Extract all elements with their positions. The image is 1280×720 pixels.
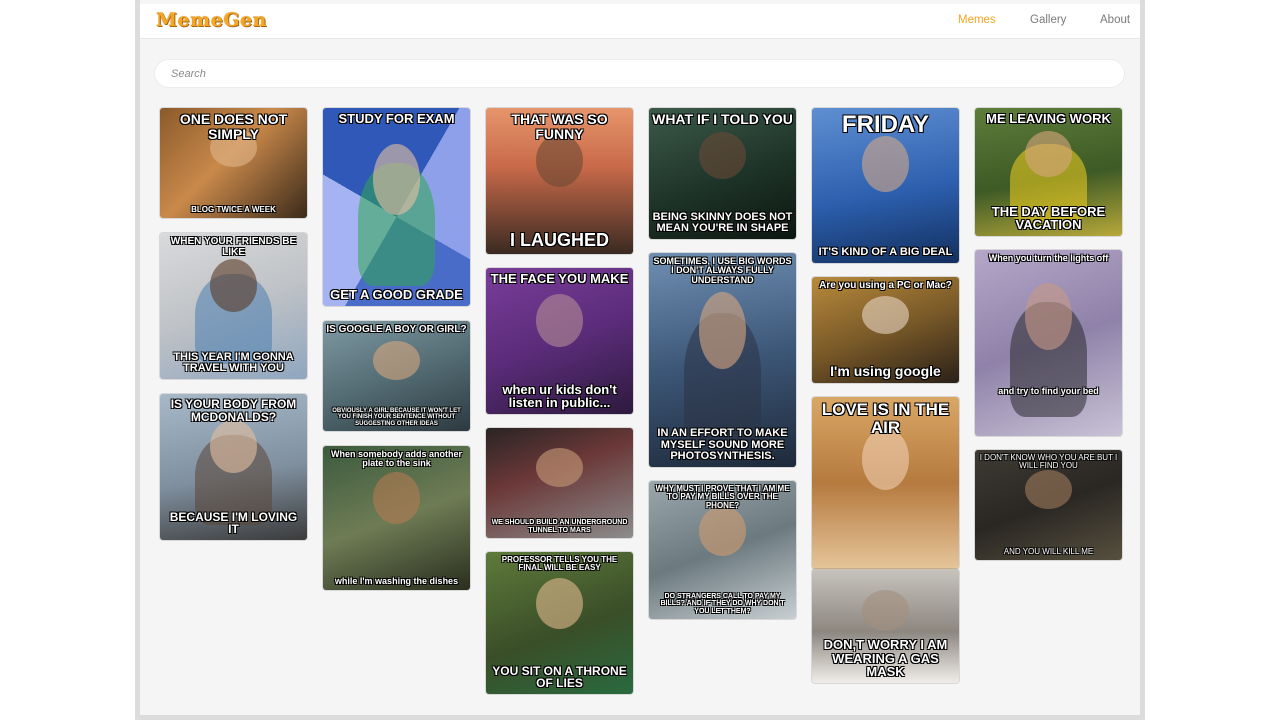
meme-card[interactable]: THAT WAS SO FUNNY I LAUGHED xyxy=(486,108,633,254)
meme-bottom-caption: GET A GOOD GRADE xyxy=(330,287,463,303)
meme-card[interactable]: When somebody adds another plate to the … xyxy=(323,446,470,590)
search-input[interactable] xyxy=(154,59,1125,88)
meme-bottom-caption: while I'm washing the dishes xyxy=(334,575,459,586)
meme-bottom-caption: THIS YEAR I'M GONNA TRAVEL WITH YOU xyxy=(173,350,294,375)
meme-bottom-caption: BEING SKINNY DOES NOT MEAN YOU'RE IN SHA… xyxy=(652,210,793,235)
navbar: MemeGen Memes Gallery About xyxy=(140,4,1140,39)
nav-gallery[interactable]: Gallery xyxy=(1030,14,1066,26)
meme-column-5: FRIDAY IT'S KIND OF A BIG DEAL Are you u… xyxy=(812,108,959,683)
meme-top-caption: ME LEAVING WORK xyxy=(986,111,1111,126)
meme-top-caption: Are you using a PC or Mac? xyxy=(819,280,952,291)
meme-card[interactable]: THE FACE YOU MAKE when ur kids don't lis… xyxy=(486,268,633,414)
meme-top-caption: STUDY FOR EXAM xyxy=(338,111,455,126)
meme-bottom-caption: DO STRANGERS CALL TO PAY MY BILLS? AND I… xyxy=(660,592,785,615)
logo[interactable]: MemeGen xyxy=(156,9,267,31)
meme-top-caption: PROFESSOR TELLS YOU THE FINAL WILL BE EA… xyxy=(501,555,618,573)
meme-card[interactable]: STUDY FOR EXAM GET A GOOD GRADE xyxy=(323,108,470,306)
meme-top-caption: SOMETIMES, I USE BIG WORDS I DON'T ALWAY… xyxy=(653,256,792,285)
nav-about[interactable]: About xyxy=(1100,14,1130,26)
meme-column-2: STUDY FOR EXAM GET A GOOD GRADE IS GOOGL… xyxy=(323,108,470,590)
meme-top-caption: WHEN YOUR FRIENDS BE LIKE xyxy=(170,236,297,258)
meme-top-caption: FRIDAY xyxy=(841,111,930,138)
meme-bottom-caption: YOU SIT ON A THRONE OF LIES xyxy=(492,663,627,691)
meme-top-caption: THE FACE YOU MAKE xyxy=(490,271,629,286)
meme-bottom-caption: IN AN EFFORT TO MAKE MYSELF SOUND MORE P… xyxy=(657,427,788,463)
meme-bottom-caption: BECAUSE I'M LOVING IT xyxy=(169,509,298,537)
meme-bottom-caption: I LAUGHED xyxy=(510,230,609,251)
meme-card[interactable]: ONE DOES NOT SIMPLY BLOG TWICE A WEEK xyxy=(160,108,307,218)
nav-memes[interactable]: Memes xyxy=(958,14,996,26)
meme-bottom-caption: and try to find your bed xyxy=(998,385,1099,396)
meme-card[interactable]: ME LEAVING WORK THE DAY BEFORE VACATION xyxy=(975,108,1122,236)
meme-bottom-caption: WE SHOULD BUILD AN UNDERGROUND TUNNEL TO… xyxy=(491,519,628,534)
meme-top-caption: I DON'T KNOW WHO YOU ARE BUT I WILL FIND… xyxy=(979,453,1118,471)
meme-top-caption: When you turn the lights off xyxy=(988,253,1109,263)
meme-bottom-caption: IT'S KIND OF A BIG DEAL xyxy=(818,246,953,259)
app-frame: MemeGen Memes Gallery About ONE DOES NOT… xyxy=(135,0,1145,720)
meme-bottom-caption: AND YOU WILL KILL ME xyxy=(1003,546,1094,556)
meme-column-1: ONE DOES NOT SIMPLY BLOG TWICE A WEEK WH… xyxy=(160,108,307,540)
meme-card[interactable]: When you turn the lights off and try to … xyxy=(975,250,1122,436)
meme-card[interactable]: I DON'T KNOW WHO YOU ARE BUT I WILL FIND… xyxy=(975,450,1122,560)
meme-bottom-caption: THE DAY BEFORE VACATION xyxy=(991,203,1106,233)
meme-top-caption: IS GOOGLE A BOY OR GIRL? xyxy=(326,324,467,335)
meme-card[interactable]: Are you using a PC or Mac? I'm using goo… xyxy=(812,277,959,383)
meme-card[interactable]: DON,T WORRY I AM WEARING A GAS MASK xyxy=(812,569,959,683)
meme-top-caption: LOVE IS IN THE AIR xyxy=(821,400,950,437)
meme-top-caption: When somebody adds another plate to the … xyxy=(330,449,462,469)
meme-top-caption: THAT WAS SO FUNNY xyxy=(511,111,608,142)
meme-top-caption: WHY MUST I PROVE THAT I AM ME TO PAY MY … xyxy=(655,484,790,510)
meme-card[interactable]: WE SHOULD BUILD AN UNDERGROUND TUNNEL TO… xyxy=(486,428,633,538)
meme-top-caption: ONE DOES NOT SIMPLY xyxy=(179,111,288,142)
meme-bottom-caption: when ur kids don't listen in public... xyxy=(502,381,617,411)
meme-card[interactable]: SOMETIMES, I USE BIG WORDS I DON'T ALWAY… xyxy=(649,253,796,467)
meme-top-caption: WHAT IF I TOLD YOU xyxy=(652,111,793,127)
meme-card[interactable]: LOVE IS IN THE AIR xyxy=(812,397,959,569)
meme-column-3: THAT WAS SO FUNNY I LAUGHED THE FACE YOU… xyxy=(486,108,633,694)
meme-card[interactable]: WHY MUST I PROVE THAT I AM ME TO PAY MY … xyxy=(649,481,796,619)
meme-card[interactable]: WHEN YOUR FRIENDS BE LIKE THIS YEAR I'M … xyxy=(160,233,307,379)
meme-bottom-caption: DON,T WORRY I AM WEARING A GAS MASK xyxy=(823,637,948,680)
meme-column-4: WHAT IF I TOLD YOU BEING SKINNY DOES NOT… xyxy=(649,108,796,619)
meme-top-caption: IS YOUR BODY FROM MCDONALDS? xyxy=(170,397,297,424)
meme-column-6: ME LEAVING WORK THE DAY BEFORE VACATION … xyxy=(975,108,1122,560)
meme-bottom-caption: OBVIOUSLY A GIRL BECAUSE IT WON'T LET YO… xyxy=(332,408,461,427)
meme-card[interactable]: IS YOUR BODY FROM MCDONALDS? BECAUSE I'M… xyxy=(160,394,307,540)
meme-card[interactable]: WHAT IF I TOLD YOU BEING SKINNY DOES NOT… xyxy=(649,108,796,239)
meme-card[interactable]: IS GOOGLE A BOY OR GIRL? OBVIOUSLY A GIR… xyxy=(323,321,470,431)
meme-card[interactable]: PROFESSOR TELLS YOU THE FINAL WILL BE EA… xyxy=(486,552,633,694)
meme-bottom-caption: I'm using google xyxy=(830,363,941,380)
meme-card[interactable]: FRIDAY IT'S KIND OF A BIG DEAL xyxy=(812,108,959,263)
meme-bottom-caption: BLOG TWICE A WEEK xyxy=(191,204,276,214)
